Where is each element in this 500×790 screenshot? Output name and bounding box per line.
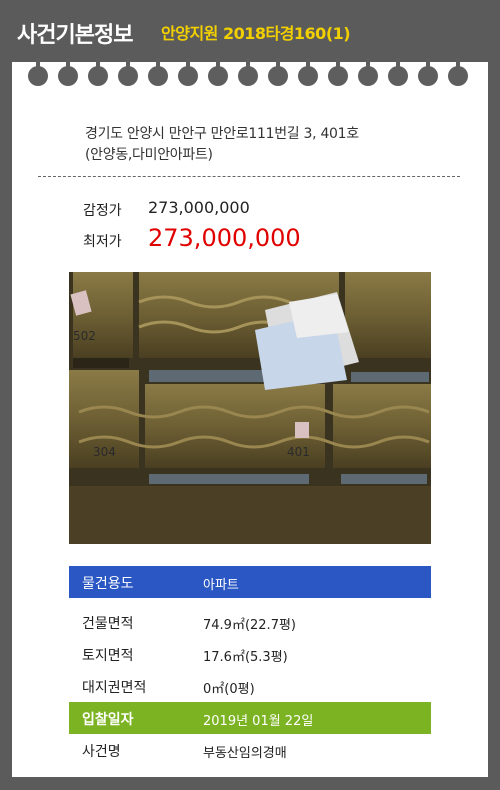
address-line: 경기도 안양시 만안구 만안로111번길 3, 401호	[85, 126, 359, 142]
binder-hole	[238, 58, 258, 86]
binder-hole	[28, 58, 48, 86]
binder-hole	[148, 58, 168, 86]
detail-value: 아파트	[203, 578, 239, 593]
detail-value: 부동산임의경매	[203, 746, 287, 761]
case-number: 안양지원 2018타경160(1)	[161, 24, 351, 43]
appraisal-value: 273,000,000	[148, 198, 250, 217]
detail-label: 사건명	[82, 744, 121, 760]
binder-hole	[418, 58, 438, 86]
appraisal-label: 감정가	[83, 203, 122, 219]
detail-label: 토지면적	[82, 648, 134, 664]
property-address: 경기도 안양시 만안구 만안로111번길 3, 401호 (안양동,다미안아파트…	[85, 124, 465, 166]
minimum-price-value: 273,000,000	[148, 224, 301, 252]
minimum-price-label: 최저가	[83, 234, 122, 250]
binder-holes	[28, 58, 478, 90]
detail-value: 74.9㎡(22.7평)	[203, 618, 296, 633]
property-photo[interactable]: 502 304 401	[69, 272, 431, 544]
binder-hole	[178, 58, 198, 86]
detail-row-case-name: 사건명 부동산임의경매	[69, 734, 431, 766]
detail-label: 건물면적	[82, 616, 134, 632]
detail-label: 물건용도	[82, 576, 134, 592]
dotted-divider	[38, 176, 460, 177]
binder-hole	[208, 58, 228, 86]
binder-hole	[58, 58, 78, 86]
binder-hole	[328, 58, 348, 86]
detail-value: 0㎡(0평)	[203, 682, 255, 697]
binder-hole	[118, 58, 138, 86]
detail-label: 입찰일자	[82, 712, 134, 728]
address-building: (안양동,다미안아파트)	[85, 147, 213, 163]
detail-value: 2019년 01월 22일	[203, 714, 314, 729]
mailbox-photo: 502 304 401	[69, 272, 431, 544]
detail-value: 17.6㎡(5.3평)	[203, 650, 288, 665]
detail-row-usage: 물건용도 아파트	[69, 566, 431, 598]
detail-label: 대지권면적	[82, 680, 147, 696]
detail-row-land-area: 토지면적 17.6㎡(5.3평)	[69, 638, 431, 670]
mailbox-label-401: 401	[287, 445, 310, 459]
binder-hole	[88, 58, 108, 86]
page-title: 사건기본정보	[17, 23, 133, 48]
binder-hole	[358, 58, 378, 86]
binder-hole	[448, 58, 468, 86]
detail-row-building-area: 건물면적 74.9㎡(22.7평)	[69, 606, 431, 638]
detail-row-bid-date: 입찰일자 2019년 01월 22일	[69, 702, 431, 734]
binder-hole	[268, 58, 288, 86]
detail-row-land-right-area: 대지권면적 0㎡(0평)	[69, 670, 431, 702]
binder-hole	[298, 58, 318, 86]
binder-hole	[388, 58, 408, 86]
header-bar: 사건기본정보 안양지원 2018타경160(1)	[0, 0, 500, 62]
mailbox-label-502: 502	[73, 329, 96, 343]
mailbox-label-304: 304	[93, 445, 116, 459]
